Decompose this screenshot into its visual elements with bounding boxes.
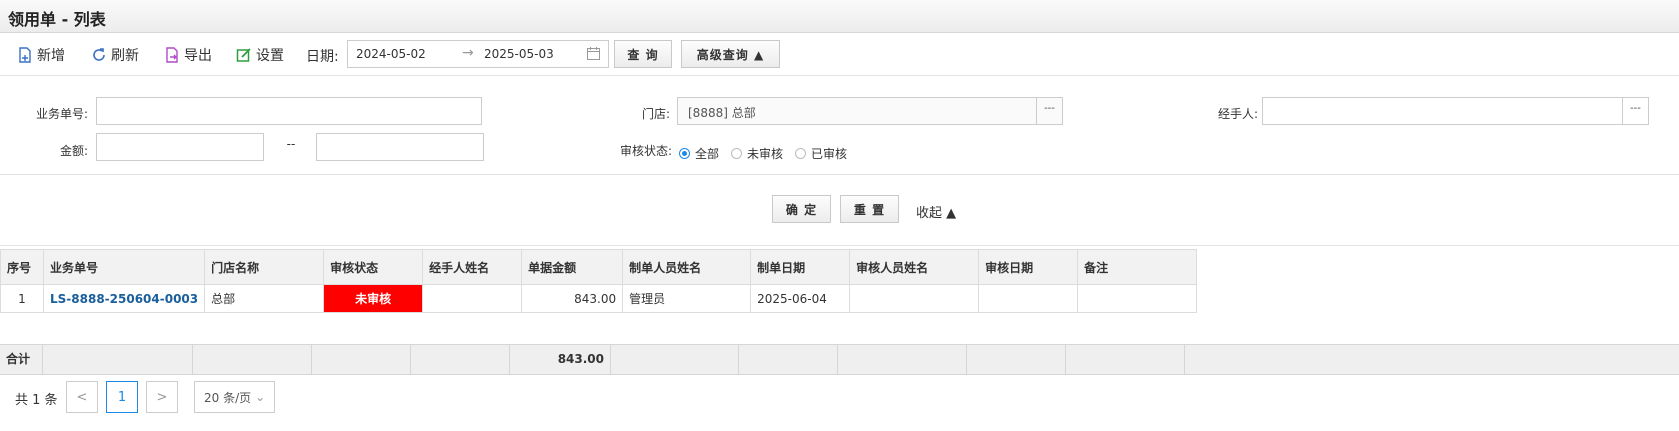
page-title: 领用单 - 列表 [8, 10, 106, 29]
advanced-query-button[interactable]: 高级查询 ▲ [681, 40, 780, 68]
handler-label: 经手人: [1217, 107, 1258, 121]
amount-from-input[interactable] [96, 133, 264, 161]
cell-handler [422, 284, 523, 313]
col-header[interactable]: 经手人姓名 [422, 249, 523, 285]
store-label: 门店: [641, 107, 670, 121]
refresh-button[interactable]: 刷新 [91, 45, 139, 65]
store-value: [8888] 总部 [688, 106, 756, 120]
cell-create-date: 2025-06-04 [750, 284, 851, 313]
cell-auditor [849, 284, 980, 313]
handler-picker-button[interactable]: --- [1622, 98, 1648, 124]
new-button[interactable]: 新增 [17, 45, 65, 65]
collapse-toggle[interactable]: 收起 ▲ [916, 202, 956, 221]
reset-button[interactable]: 重 置 [840, 195, 899, 223]
summary-cell [411, 345, 510, 374]
refresh-icon [93, 48, 105, 61]
amount-label: 金额: [59, 144, 88, 158]
toolbar: 新增 刷新 导出 设置 日期: 2024-05-02 → 2025-05-03 … [0, 33, 1679, 76]
store-input[interactable]: [8888] 总部 --- [677, 97, 1063, 125]
audit-option-label: 全部 [695, 147, 720, 161]
col-header[interactable]: 序号 [0, 249, 44, 285]
audit-option-label: 未审核 [747, 147, 784, 161]
confirm-button[interactable]: 确 定 [772, 195, 831, 223]
summary-amount: 843.00 [510, 345, 611, 374]
col-header[interactable]: 制单人员姓名 [622, 249, 752, 285]
radio-unchecked-icon [731, 148, 742, 159]
export-label: 导出 [184, 48, 212, 64]
chevron-down-icon: ⌄ [255, 390, 266, 404]
col-header[interactable]: 业务单号 [42, 249, 206, 285]
date-arrow: → [462, 45, 474, 61]
cell-audit-date [978, 284, 1079, 313]
prev-page-button[interactable]: < [66, 381, 98, 413]
order-no-input[interactable] [96, 97, 482, 125]
order-no-label: 业务单号: [35, 107, 88, 121]
next-page-button[interactable]: > [146, 381, 178, 413]
cell-creator: 管理员 [622, 284, 752, 313]
table-row[interactable]: 1 LS-8888-250604-0003 总部 未审核 843.00 管理员 … [0, 284, 1198, 313]
refresh-label: 刷新 [111, 48, 139, 64]
grid-divider [0, 245, 1679, 246]
export-button[interactable]: 导出 [164, 45, 212, 65]
summary-row: 合计 843.00 [0, 344, 1679, 375]
radio-unchecked-icon [795, 148, 806, 159]
summary-cell [193, 345, 312, 374]
cell-index: 1 [0, 284, 44, 313]
cell-amount: 843.00 [521, 284, 624, 313]
date-range-picker[interactable]: 2024-05-02 → 2025-05-03 [347, 40, 609, 68]
audit-option-unaudited[interactable]: 未审核 [731, 145, 783, 162]
col-header[interactable]: 备注 [1077, 249, 1198, 285]
cell-store: 总部 [204, 284, 325, 313]
summary-cell [967, 345, 1066, 374]
summary-cell [838, 345, 967, 374]
summary-cell [739, 345, 838, 374]
store-picker-button[interactable]: --- [1036, 98, 1062, 124]
new-doc-icon [19, 47, 31, 63]
settings-label: 设置 [256, 48, 284, 64]
page-1-button[interactable]: 1 [106, 381, 138, 413]
audit-option-audited[interactable]: 已审核 [795, 145, 847, 162]
radio-checked-icon [679, 148, 690, 159]
total-count: 共 1 条 [15, 393, 58, 408]
title-bar: 领用单 - 列表 [0, 0, 1679, 33]
pagination: 共 1 条 < 1 > 20 条/页 ⌄ [0, 381, 700, 415]
filter-divider [0, 174, 1679, 175]
cell-remark [1077, 284, 1198, 313]
col-header[interactable]: 制单日期 [750, 249, 851, 285]
col-header[interactable]: 单据金额 [521, 249, 624, 285]
export-icon [166, 47, 178, 63]
summary-cell [43, 345, 193, 374]
audit-option-label: 已审核 [811, 147, 848, 161]
col-header[interactable]: 门店名称 [204, 249, 325, 285]
amount-to-input[interactable] [316, 133, 484, 161]
handler-input[interactable]: --- [1262, 97, 1649, 125]
summary-label: 合计 [0, 345, 43, 374]
col-header[interactable]: 审核日期 [978, 249, 1079, 285]
new-label: 新增 [37, 48, 65, 64]
settings-button[interactable]: 设置 [236, 45, 284, 65]
status-badge: 未审核 [323, 284, 424, 313]
summary-cell [1066, 345, 1185, 374]
date-from[interactable]: 2024-05-02 [356, 47, 426, 61]
audit-status-label: 审核状态: [619, 144, 672, 158]
page-size-select[interactable]: 20 条/页 ⌄ [194, 381, 275, 413]
audit-option-all[interactable]: 全部 [679, 145, 719, 162]
order-no-link[interactable]: LS-8888-250604-0003 [42, 284, 206, 313]
summary-cell [312, 345, 411, 374]
edit-settings-icon [236, 48, 251, 62]
col-header[interactable]: 审核人员姓名 [849, 249, 980, 285]
amount-separator: -- [286, 137, 296, 151]
data-grid: 序号 业务单号 门店名称 审核状态 经手人姓名 单据金额 制单人员姓名 制单日期… [0, 249, 1198, 313]
summary-cell [611, 345, 739, 374]
col-header[interactable]: 审核状态 [323, 249, 424, 285]
page-size-value: 20 条/页 [204, 390, 252, 405]
query-button[interactable]: 查 询 [614, 40, 672, 68]
date-to[interactable]: 2025-05-03 [484, 47, 554, 61]
grid-header-row: 序号 业务单号 门店名称 审核状态 经手人姓名 单据金额 制单人员姓名 制单日期… [0, 249, 1198, 285]
date-label: 日期: [306, 49, 339, 65]
calendar-icon[interactable] [587, 47, 600, 60]
